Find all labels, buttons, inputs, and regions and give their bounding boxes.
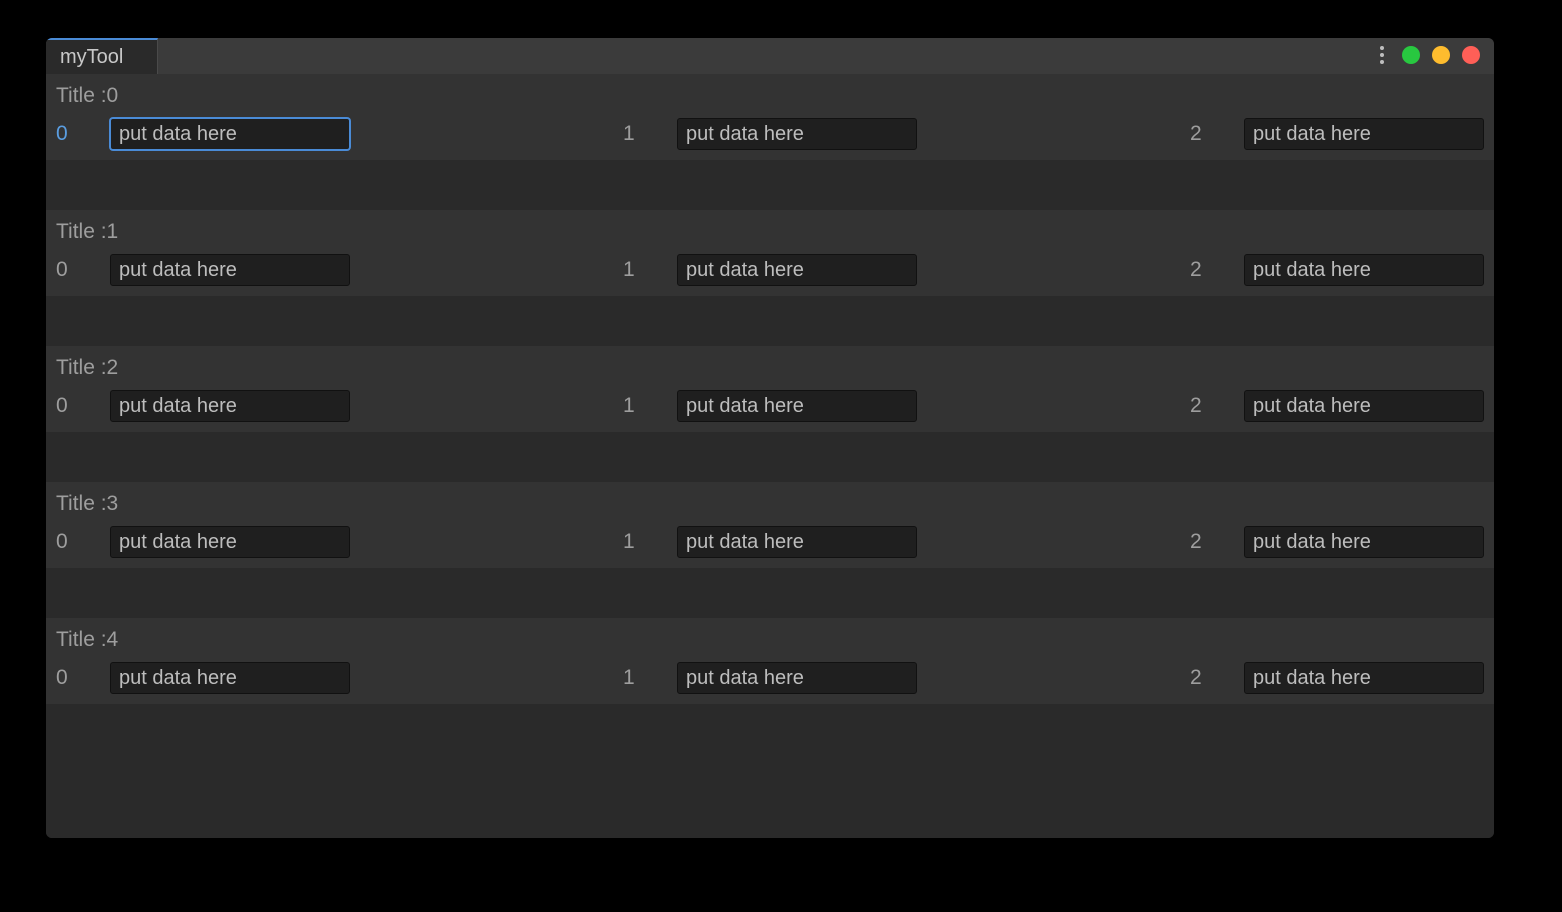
content-area: Title :0 0 1 2 Title :1 (46, 74, 1494, 838)
data-input[interactable] (110, 118, 350, 150)
block-title: Title :3 (54, 488, 1486, 526)
field: 1 (531, 526, 1008, 558)
block-separator (46, 704, 1494, 718)
block-title: Title :2 (54, 352, 1486, 390)
form-block: Title :3 0 1 2 (46, 482, 1494, 568)
block-title: Title :4 (54, 624, 1486, 662)
field: 2 (1009, 254, 1486, 286)
field-label: 2 (1190, 666, 1204, 690)
data-input[interactable] (1244, 390, 1484, 422)
block-separator (46, 446, 1494, 482)
form-block: Title :4 0 1 2 (46, 618, 1494, 704)
data-input[interactable] (677, 526, 917, 558)
fields-row: 0 1 2 (54, 662, 1486, 694)
window-controls (1380, 46, 1480, 64)
data-input[interactable] (677, 390, 917, 422)
window-minimize-button[interactable] (1402, 46, 1420, 64)
field-label: 1 (623, 258, 637, 282)
field: 1 (531, 662, 1008, 694)
field-label: 2 (1190, 258, 1204, 282)
fields-row: 0 1 2 (54, 254, 1486, 286)
window-titlebar: myTool (46, 38, 1494, 74)
data-input[interactable] (1244, 254, 1484, 286)
block-title: Title :0 (54, 80, 1486, 118)
data-input[interactable] (1244, 526, 1484, 558)
field-label: 2 (1190, 122, 1204, 146)
block-title: Title :1 (54, 216, 1486, 254)
block-separator (46, 160, 1494, 174)
data-input[interactable] (1244, 118, 1484, 150)
fields-row: 0 1 2 (54, 526, 1486, 558)
field-label: 0 (56, 666, 70, 690)
field: 1 (531, 390, 1008, 422)
field-label: 0 (56, 258, 70, 282)
block-separator (46, 582, 1494, 618)
data-input[interactable] (110, 526, 350, 558)
tool-window: myTool Title :0 0 1 (46, 38, 1494, 838)
field-label: 1 (623, 394, 637, 418)
form-block: Title :2 0 1 2 (46, 346, 1494, 432)
data-input[interactable] (110, 254, 350, 286)
field: 0 (54, 254, 531, 286)
form-block: Title :1 0 1 2 (46, 210, 1494, 296)
form-block: Title :0 0 1 2 (46, 74, 1494, 160)
block-separator (46, 296, 1494, 310)
data-input[interactable] (677, 662, 917, 694)
data-input[interactable] (1244, 662, 1484, 694)
data-input[interactable] (677, 254, 917, 286)
window-maximize-button[interactable] (1432, 46, 1450, 64)
tab-mytool[interactable]: myTool (46, 38, 158, 74)
data-input[interactable] (110, 662, 350, 694)
block-separator (46, 310, 1494, 346)
fields-row: 0 1 2 (54, 390, 1486, 422)
field: 1 (531, 254, 1008, 286)
more-options-icon[interactable] (1380, 46, 1384, 64)
field: 0 (54, 662, 531, 694)
field-label: 1 (623, 666, 637, 690)
field: 0 (54, 526, 531, 558)
field-label: 0 (56, 394, 70, 418)
data-input[interactable] (677, 118, 917, 150)
block-separator (46, 432, 1494, 446)
field: 2 (1009, 118, 1486, 150)
block-separator (46, 568, 1494, 582)
field: 2 (1009, 662, 1486, 694)
window-close-button[interactable] (1462, 46, 1480, 64)
block-separator (46, 174, 1494, 210)
tab-label: myTool (60, 46, 123, 69)
field: 2 (1009, 526, 1486, 558)
field: 0 (54, 390, 531, 422)
field: 1 (531, 118, 1008, 150)
data-input[interactable] (110, 390, 350, 422)
field-label: 0 (56, 122, 70, 146)
field-label: 2 (1190, 394, 1204, 418)
field-label: 1 (623, 530, 637, 554)
fields-row: 0 1 2 (54, 118, 1486, 150)
field-label: 1 (623, 122, 637, 146)
field: 0 (54, 118, 531, 150)
field-label: 2 (1190, 530, 1204, 554)
field: 2 (1009, 390, 1486, 422)
field-label: 0 (56, 530, 70, 554)
